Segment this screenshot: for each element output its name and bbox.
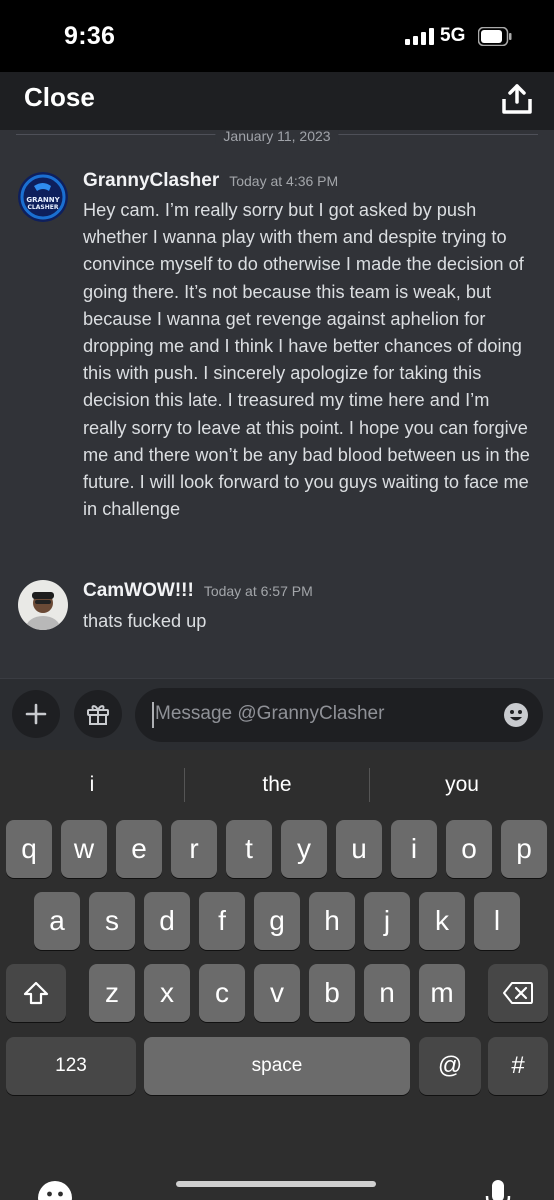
key-v[interactable]: v [254, 964, 300, 1022]
space-key[interactable]: space [144, 1037, 410, 1095]
svg-text:GRANNY: GRANNY [26, 196, 60, 204]
key-m[interactable]: m [419, 964, 465, 1022]
plus-icon [25, 703, 47, 725]
top-bar: Close [0, 72, 554, 130]
key-z[interactable]: z [89, 964, 135, 1022]
key-r[interactable]: r [171, 820, 217, 878]
key-i[interactable]: i [391, 820, 437, 878]
key-n[interactable]: n [364, 964, 410, 1022]
key-p[interactable]: p [501, 820, 547, 878]
key-c[interactable]: c [199, 964, 245, 1022]
author-name[interactable]: CamWOW!!! [83, 580, 194, 601]
suggestion-2[interactable]: the [185, 768, 369, 802]
key-e[interactable]: e [116, 820, 162, 878]
at-key[interactable]: @ [419, 1037, 481, 1095]
suggestion-1[interactable]: i [0, 768, 184, 802]
key-d[interactable]: d [144, 892, 190, 950]
message-author[interactable]: CamWOW!!! Today at 6:57 PM [83, 580, 313, 602]
status-time: 9:36 [64, 22, 116, 50]
message-composer: Message @GrannyClasher [0, 678, 554, 750]
suggestion-3[interactable]: you [370, 768, 554, 802]
user-photo [18, 580, 68, 630]
signal-icon [405, 28, 434, 45]
key-a[interactable]: a [34, 892, 80, 950]
backspace-icon [503, 982, 533, 1004]
battery-icon [478, 27, 512, 46]
gift-icon [87, 705, 109, 725]
delete-key[interactable] [488, 964, 548, 1022]
key-b[interactable]: b [309, 964, 355, 1022]
key-o[interactable]: o [446, 820, 492, 878]
emoji-icon[interactable] [503, 702, 529, 728]
granny-clasher-logo: GRANNY CLASHER [18, 172, 68, 222]
author-name[interactable]: GrannyClasher [83, 170, 219, 191]
shift-key[interactable] [6, 964, 66, 1022]
key-f[interactable]: f [199, 892, 245, 950]
key-u[interactable]: u [336, 820, 382, 878]
key-q[interactable]: q [6, 820, 52, 878]
key-x[interactable]: x [144, 964, 190, 1022]
shift-icon [23, 981, 49, 1005]
add-button[interactable] [12, 690, 60, 738]
message-input[interactable]: Message @GrannyClasher [135, 688, 543, 742]
key-s[interactable]: s [89, 892, 135, 950]
avatar[interactable] [18, 580, 68, 630]
svg-text:CLASHER: CLASHER [28, 204, 59, 211]
share-icon[interactable] [500, 82, 534, 116]
key-l[interactable]: l [474, 892, 520, 950]
hash-key[interactable]: # [488, 1037, 548, 1095]
key-j[interactable]: j [364, 892, 410, 950]
message-timestamp: Today at 4:36 PM [229, 173, 339, 189]
key-g[interactable]: g [254, 892, 300, 950]
key-w[interactable]: w [61, 820, 107, 878]
numbers-key[interactable]: 123 [6, 1037, 136, 1095]
message-placeholder: Message @GrannyClasher [155, 703, 385, 724]
gift-button[interactable] [74, 690, 122, 738]
keyboard: i the you q w e r t y u i o p a s d f g … [0, 750, 554, 1200]
emoji-keyboard-icon[interactable] [37, 1180, 73, 1200]
text-caret [152, 702, 154, 728]
message-text: thats fucked up [83, 611, 207, 631]
key-k[interactable]: k [419, 892, 465, 950]
key-h[interactable]: h [309, 892, 355, 950]
key-t[interactable]: t [226, 820, 272, 878]
message-text: Hey cam. I’m really sorry but I got aske… [83, 200, 530, 520]
chat-area: January 11, 2023 GRANNY CLASHER GrannyCl… [0, 130, 554, 678]
avatar[interactable]: GRANNY CLASHER [18, 172, 68, 222]
home-indicator[interactable] [176, 1181, 376, 1187]
status-bar: 9:36 5G [0, 0, 554, 72]
close-button[interactable]: Close [24, 82, 95, 113]
key-y[interactable]: y [281, 820, 327, 878]
network-label: 5G [440, 25, 466, 46]
microphone-icon[interactable] [484, 1178, 512, 1200]
date-divider-label: January 11, 2023 [215, 130, 339, 144]
message-timestamp: Today at 6:57 PM [203, 583, 313, 599]
date-divider: January 11, 2023 [16, 130, 538, 144]
message-author[interactable]: GrannyClasher Today at 4:36 PM [83, 170, 338, 192]
